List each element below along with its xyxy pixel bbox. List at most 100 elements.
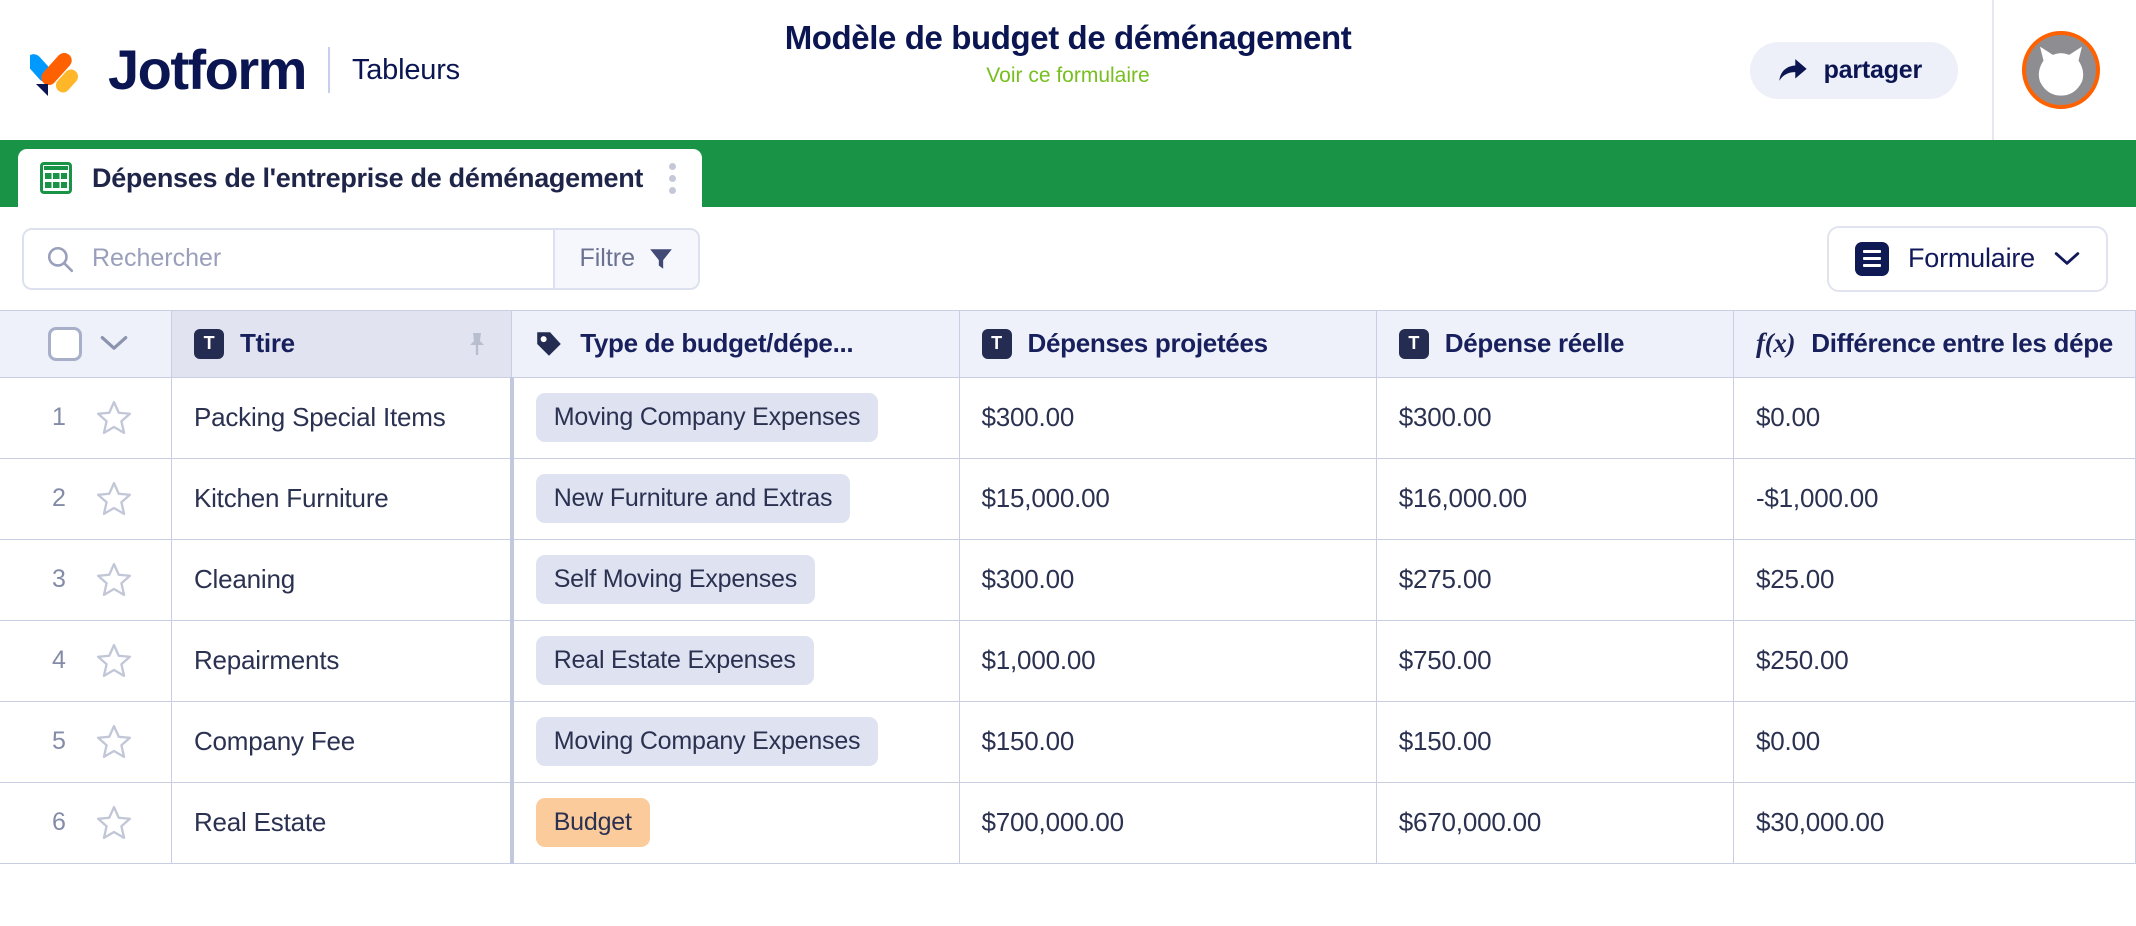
table-row[interactable]: 6 Real Estate Budget $700,000.00 $670,00… (0, 782, 2136, 864)
text-field-icon: T (1398, 328, 1429, 359)
header-cell-projected[interactable]: T Dépenses projetées (959, 311, 1377, 378)
cell-difference[interactable]: $25.00 (1733, 539, 2136, 621)
cell-title[interactable]: Repairments (171, 620, 514, 702)
cell-difference[interactable]: $30,000.00 (1733, 782, 2136, 864)
chevron-down-icon (2054, 251, 2080, 267)
form-icon (1854, 241, 1889, 276)
sheet-tab-active[interactable]: Dépenses de l'entreprise de déménagement (18, 149, 703, 207)
cell-difference[interactable]: -$1,000.00 (1733, 458, 2136, 540)
cell-actual[interactable]: $750.00 (1376, 620, 1734, 702)
avatar[interactable] (2022, 31, 2100, 109)
table-toolbar: Filtre Formulaire (0, 207, 2136, 310)
header-cell-type[interactable]: Type de budget/dépe... (511, 311, 960, 378)
text-field-icon: T (193, 328, 224, 359)
type-pill: Real Estate Expenses (535, 636, 814, 685)
row-gutter: 5 (0, 701, 172, 783)
sheet-tab-label: Dépenses de l'entreprise de déménagement (92, 162, 644, 193)
table-header: T Ttire Type de budget/dépe... T Dépense… (0, 311, 2136, 378)
table-row[interactable]: 4 Repairments Real Estate Expenses $1,00… (0, 620, 2136, 702)
star-outline-icon[interactable] (96, 805, 132, 840)
row-gutter: 6 (0, 782, 172, 864)
table-row[interactable]: 2 Kitchen Furniture New Furniture and Ex… (0, 458, 2136, 540)
cell-type[interactable]: Moving Company Expenses (511, 377, 960, 459)
cell-difference[interactable]: $0.00 (1733, 701, 2136, 783)
search-icon (46, 245, 74, 273)
header-actions: partager (1749, 0, 2136, 140)
cell-title[interactable]: Real Estate (171, 782, 514, 864)
cell-title[interactable]: Company Fee (171, 701, 514, 783)
row-options-chevron-icon[interactable] (100, 335, 128, 352)
cell-actual[interactable]: $150.00 (1376, 701, 1734, 783)
cell-title[interactable]: Packing Special Items (171, 377, 514, 459)
share-arrow-icon (1778, 58, 1808, 83)
row-number: 4 (52, 646, 66, 674)
cell-projected[interactable]: $150.00 (959, 701, 1377, 783)
star-outline-icon[interactable] (96, 643, 132, 678)
star-outline-icon[interactable] (96, 724, 132, 759)
row-number: 3 (52, 565, 66, 593)
table-row[interactable]: 5 Company Fee Moving Company Expenses $1… (0, 701, 2136, 783)
text-field-icon: T (981, 328, 1012, 359)
header-cell-select (0, 311, 172, 378)
cell-projected[interactable]: $300.00 (959, 539, 1377, 621)
cell-difference[interactable]: $250.00 (1733, 620, 2136, 702)
view-selector-button[interactable]: Formulaire (1826, 225, 2108, 292)
grid-table-icon (40, 162, 72, 194)
type-pill: Moving Company Expenses (535, 717, 879, 766)
row-number: 1 (52, 403, 66, 431)
table-row[interactable]: 3 Cleaning Self Moving Expenses $300.00 … (0, 539, 2136, 621)
header-label-projected: Dépenses projetées (1027, 328, 1269, 359)
search-field[interactable] (24, 229, 554, 288)
tag-icon (534, 329, 564, 359)
cell-type[interactable]: Moving Company Expenses (511, 701, 960, 783)
data-table: T Ttire Type de budget/dépe... T Dépense… (0, 311, 2136, 864)
cell-projected[interactable]: $15,000.00 (959, 458, 1377, 540)
app-header: Jotform Tableurs Modèle de budget de dém… (0, 0, 2136, 140)
header-cell-actual[interactable]: T Dépense réelle (1376, 311, 1734, 378)
star-outline-icon[interactable] (96, 481, 132, 516)
header-label-actual: Dépense réelle (1444, 328, 1625, 359)
header-label-type: Type de budget/dépe... (580, 328, 854, 359)
row-number: 6 (52, 808, 66, 836)
header-cell-difference[interactable]: f(x) Différence entre les dépe (1733, 311, 2136, 378)
row-gutter: 2 (0, 458, 172, 540)
data-grid: T Ttire Type de budget/dépe... T Dépense… (0, 310, 2136, 864)
row-number: 5 (52, 727, 66, 755)
row-gutter: 1 (0, 377, 172, 459)
cell-title[interactable]: Kitchen Furniture (171, 458, 514, 540)
cell-actual[interactable]: $300.00 (1376, 377, 1734, 459)
select-all-checkbox[interactable] (48, 326, 82, 361)
formula-fx-icon: f(x) (1755, 328, 1796, 359)
cell-actual[interactable]: $275.00 (1376, 539, 1734, 621)
table-body: 1 Packing Special Items Moving Company E… (0, 377, 2136, 864)
cell-projected[interactable]: $700,000.00 (959, 782, 1377, 864)
cell-actual[interactable]: $16,000.00 (1376, 458, 1734, 540)
row-gutter: 3 (0, 539, 172, 621)
search-group: Filtre (22, 227, 700, 290)
filter-button[interactable]: Filtre (553, 229, 698, 288)
kebab-menu-icon[interactable] (663, 162, 682, 194)
cell-actual[interactable]: $670,000.00 (1376, 782, 1734, 864)
share-button[interactable]: partager (1749, 41, 1958, 99)
cell-projected[interactable]: $300.00 (959, 377, 1377, 459)
cell-type[interactable]: Budget (511, 782, 960, 864)
cell-type[interactable]: Self Moving Expenses (511, 539, 960, 621)
cell-type[interactable]: Real Estate Expenses (511, 620, 960, 702)
cell-type[interactable]: New Furniture and Extras (511, 458, 960, 540)
type-pill: New Furniture and Extras (535, 474, 851, 523)
star-outline-icon[interactable] (96, 400, 132, 435)
cell-difference[interactable]: $0.00 (1733, 377, 2136, 459)
sheet-tab-bar: Dépenses de l'entreprise de déménagement (0, 140, 2136, 207)
cell-projected[interactable]: $1,000.00 (959, 620, 1377, 702)
pin-icon[interactable] (465, 331, 489, 357)
row-number: 2 (52, 484, 66, 512)
cell-title[interactable]: Cleaning (171, 539, 514, 621)
funnel-icon (648, 246, 674, 272)
type-pill: Budget (535, 798, 650, 847)
view-selector-label: Formulaire (1907, 243, 2035, 273)
row-gutter: 4 (0, 620, 172, 702)
star-outline-icon[interactable] (96, 562, 132, 597)
search-input[interactable] (92, 244, 554, 273)
table-row[interactable]: 1 Packing Special Items Moving Company E… (0, 377, 2136, 459)
header-cell-title[interactable]: T Ttire (171, 311, 513, 378)
